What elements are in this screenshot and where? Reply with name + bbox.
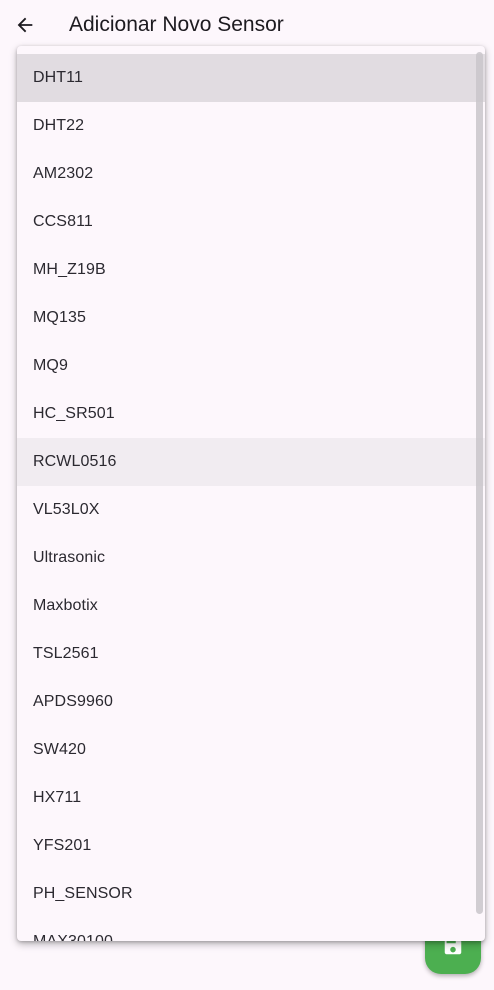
menu-item-mq135[interactable]: MQ135 xyxy=(17,294,485,342)
dropdown-scrollbar[interactable] xyxy=(476,52,483,914)
menu-item-hc-sr501[interactable]: HC_SR501 xyxy=(17,390,485,438)
menu-item-hx711[interactable]: HX711 xyxy=(17,774,485,822)
menu-item-apds9960[interactable]: APDS9960 xyxy=(17,678,485,726)
menu-item-ccs811[interactable]: CCS811 xyxy=(17,198,485,246)
menu-item-ph-sensor[interactable]: PH_SENSOR xyxy=(17,870,485,918)
menu-item-dht22[interactable]: DHT22 xyxy=(17,102,485,150)
sensor-type-list: DHT11 DHT22 AM2302 CCS811 MH_Z19B MQ135 … xyxy=(17,54,485,941)
menu-item-dht11[interactable]: DHT11 xyxy=(17,54,485,102)
menu-item-mh-z19b[interactable]: MH_Z19B xyxy=(17,246,485,294)
menu-item-rcwl0516[interactable]: RCWL0516 xyxy=(17,438,485,486)
menu-item-maxbotix[interactable]: Maxbotix xyxy=(17,582,485,630)
menu-item-max30100[interactable]: MAX30100 xyxy=(17,918,485,941)
menu-item-vl53l0x[interactable]: VL53L0X xyxy=(17,486,485,534)
menu-item-am2302[interactable]: AM2302 xyxy=(17,150,485,198)
menu-item-yfs201[interactable]: YFS201 xyxy=(17,822,485,870)
menu-item-mq9[interactable]: MQ9 xyxy=(17,342,485,390)
menu-item-tsl2561[interactable]: TSL2561 xyxy=(17,630,485,678)
menu-item-ultrasonic[interactable]: Ultrasonic xyxy=(17,534,485,582)
menu-item-sw420[interactable]: SW420 xyxy=(17,726,485,774)
sensor-type-dropdown-menu: DHT11 DHT22 AM2302 CCS811 MH_Z19B MQ135 … xyxy=(17,46,485,941)
